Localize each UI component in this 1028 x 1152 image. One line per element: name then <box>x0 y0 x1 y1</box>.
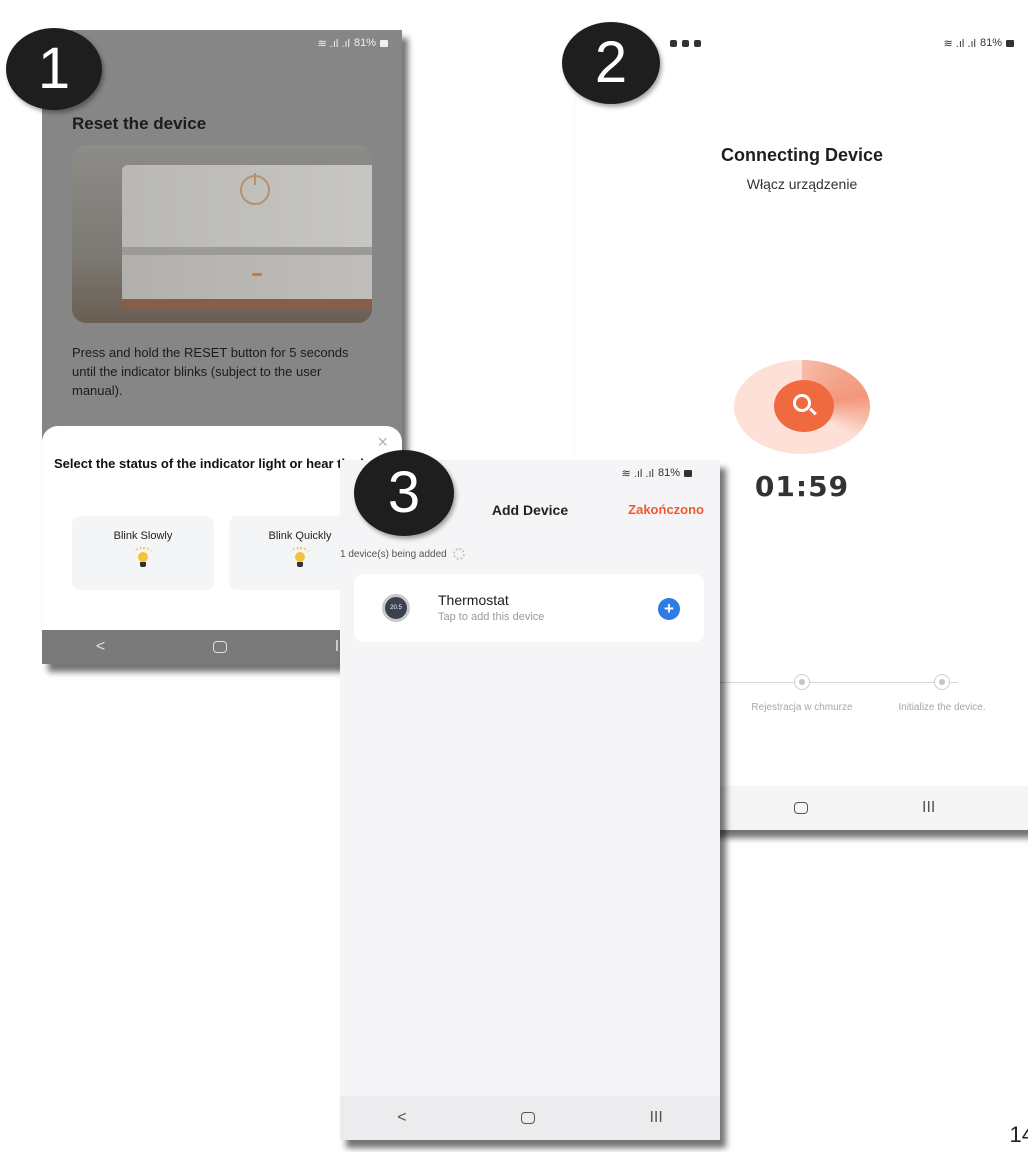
page-title: Connecting Device <box>720 145 884 165</box>
adding-count-text: 1 device(s) being added <box>340 548 447 560</box>
notification-icons <box>670 39 701 47</box>
step-badge-3: 3 <box>354 450 454 536</box>
indicator-led <box>252 273 262 276</box>
recents-button[interactable]: III <box>922 799 935 817</box>
recents-button[interactable]: III <box>649 1109 662 1127</box>
loading-spinner-icon <box>452 548 465 560</box>
signal-icon: ≋ .ıl .ıl <box>943 37 976 50</box>
add-device-button[interactable]: + <box>658 598 680 620</box>
progress-steps-line <box>718 682 958 683</box>
battery-percent: 81% <box>657 467 680 479</box>
battery-percent: 81% <box>979 37 1002 49</box>
step-label-cloud: Rejestracja w chmurze <box>751 702 853 713</box>
signal-icon: ≋ .ıl .ıl <box>621 467 654 480</box>
device-photo <box>72 145 372 323</box>
power-icon <box>240 173 270 205</box>
page-number: 14 <box>1009 1122 1028 1147</box>
step-label-initialize: Initialize the device. <box>898 702 986 713</box>
devices-adding-status: 1 device(s) being added <box>340 548 465 560</box>
done-button[interactable]: Zakończono <box>628 502 704 517</box>
initialize-icon <box>934 674 950 690</box>
home-button[interactable] <box>794 802 808 814</box>
lightbulb-icon <box>133 547 153 568</box>
device-subtitle: Tap to add this device <box>438 611 545 623</box>
step-badge-1: 1 <box>6 28 102 110</box>
thermostat-icon: 20.5 <box>382 594 410 622</box>
sheet-title: Select the status of the indicator light… <box>54 456 395 471</box>
search-icon <box>793 394 811 412</box>
page-title: Reset the device <box>72 114 207 133</box>
system-nav-bar: < III <box>340 1096 720 1140</box>
step-badge-2: 2 <box>562 22 660 104</box>
device-name: Thermostat <box>438 592 509 608</box>
screen-add-device: ≋ .ıl .ıl 81% Add Device Zakończono 1 de… <box>340 460 720 1140</box>
reset-instructions: Press and hold the RESET button for 5 se… <box>72 345 349 398</box>
battery-icon <box>1006 39 1014 47</box>
close-icon[interactable]: × <box>377 432 388 453</box>
option-label: Blink Slowly <box>113 530 173 542</box>
lightbulb-icon <box>290 547 310 568</box>
back-button[interactable]: < <box>96 638 105 656</box>
signal-icon: ≋ .ıl .ıl <box>317 37 350 50</box>
back-button[interactable]: < <box>397 1109 406 1127</box>
home-button[interactable] <box>521 1112 535 1124</box>
cloud-icon <box>794 674 810 690</box>
device-list-item[interactable]: 20.5 Thermostat Tap to add this device + <box>354 574 704 642</box>
page-subtitle: Włącz urządzenie <box>746 176 858 192</box>
battery-percent: 81% <box>353 37 376 49</box>
battery-icon <box>380 39 388 47</box>
home-button[interactable] <box>212 641 227 653</box>
battery-icon <box>684 469 692 477</box>
option-blink-slowly[interactable]: Blink Slowly <box>72 516 214 590</box>
